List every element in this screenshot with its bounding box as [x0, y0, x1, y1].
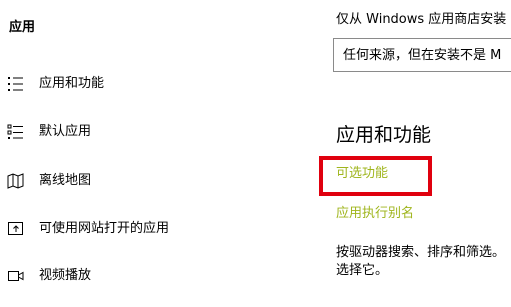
apps-list-icon — [7, 75, 25, 93]
sidebar-item-offline-maps[interactable]: 离线地图 — [0, 172, 296, 212]
sidebar-item-label: 默认应用 — [39, 124, 92, 139]
settings-sidebar: 应用 应用和功能 默认应用 离线地图 可使用网站打开的应用 视频播放 — [0, 0, 296, 290]
install-source-label: 仅从 Windows 应用商店安装 — [336, 12, 507, 27]
open-with-website-icon — [7, 220, 25, 238]
apps-settings-main: 仅从 Windows 应用商店安装 任何来源，但在安装不是 M 应用和功能 可选… — [296, 0, 511, 290]
sidebar-item-label: 离线地图 — [39, 173, 92, 188]
sidebar-item-default-apps[interactable]: 默认应用 — [0, 123, 296, 163]
app-execution-alias-link[interactable]: 应用执行别名 — [336, 205, 414, 223]
sidebar-item-label: 应用和功能 — [39, 76, 105, 91]
sidebar-item-apps-for-websites[interactable]: 可使用网站打开的应用 — [0, 220, 296, 260]
default-apps-icon — [7, 123, 25, 141]
sidebar-item-video-playback[interactable]: 视频播放 — [0, 267, 296, 307]
highlight-annotation-box — [319, 156, 432, 196]
sidebar-item-label: 可使用网站打开的应用 — [39, 221, 170, 236]
install-source-value: 任何来源，但在安装不是 M — [343, 48, 502, 63]
section-heading: 应用和功能 — [336, 124, 432, 146]
video-playback-icon — [7, 267, 25, 285]
offline-map-icon — [7, 172, 25, 190]
description-text-line2: 选择它。 — [336, 263, 389, 278]
install-source-dropdown[interactable]: 任何来源，但在安装不是 M — [333, 38, 511, 72]
sidebar-item-label: 视频播放 — [39, 268, 92, 283]
sidebar-title: 应用 — [9, 20, 36, 35]
description-text-line1: 按驱动器搜索、排序和筛选。 — [336, 245, 506, 260]
sidebar-item-apps-features[interactable]: 应用和功能 — [0, 75, 296, 115]
